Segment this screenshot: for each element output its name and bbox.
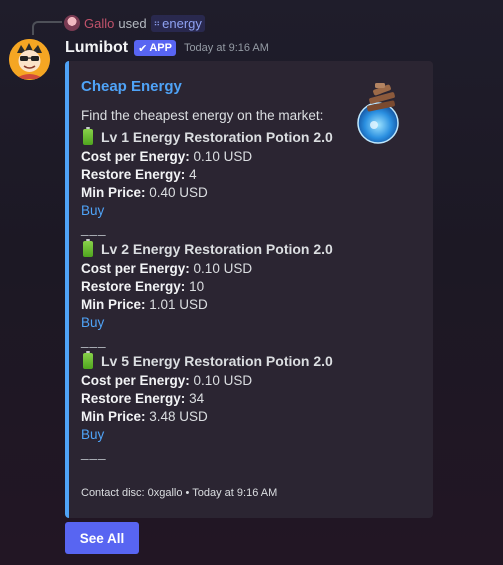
min-price-label: Min Price:: [81, 185, 146, 200]
restore-label: Restore Energy:: [81, 391, 186, 406]
cost-row: Cost per Energy: 0.10 USD: [81, 372, 361, 390]
separator: ___: [81, 445, 107, 460]
item-name: Lv 2 Energy Restoration Potion 2.0: [101, 241, 333, 257]
slash-command-icon: ⠶: [153, 17, 161, 28]
restore-row: Restore Energy: 34: [81, 390, 361, 408]
embed-body: Find the cheapest energy on the market: …: [81, 107, 361, 462]
restore-value: 34: [189, 391, 205, 406]
restore-label: Restore Energy:: [81, 279, 186, 294]
buy-link[interactable]: Buy: [81, 314, 361, 332]
app-badge: ✔ APP: [134, 40, 176, 56]
message-timestamp[interactable]: Today at 9:16 AM: [184, 42, 269, 54]
item-title: Lv 2 Energy Restoration Potion 2.0: [81, 238, 361, 260]
min-price-row: Min Price: 0.40 USD: [81, 184, 361, 202]
restore-value: 10: [189, 279, 205, 294]
cost-row: Cost per Energy: 0.10 USD: [81, 260, 361, 278]
cost-value: 0.10 USD: [193, 261, 253, 276]
restore-row: Restore Energy: 10: [81, 278, 361, 296]
battery-icon: [83, 351, 93, 369]
cost-label: Cost per Energy:: [81, 261, 190, 276]
embed-footer: Contact disc: 0xgallo • Today at 9:16 AM: [81, 487, 278, 499]
list-item: Lv 1 Energy Restoration Potion 2.0 Cost …: [81, 126, 361, 238]
message-header: Lumibot ✔ APP Today at 9:16 AM: [65, 37, 269, 59]
min-price-label: Min Price:: [81, 297, 146, 312]
bot-name[interactable]: Lumibot: [65, 39, 128, 57]
reply-connector: [32, 21, 62, 35]
min-price-label: Min Price:: [81, 409, 146, 424]
buy-link[interactable]: Buy: [81, 426, 361, 444]
verified-check-icon: ✔: [138, 42, 148, 55]
battery-icon: [83, 239, 93, 257]
cost-value: 0.10 USD: [193, 149, 253, 164]
item-name: Lv 5 Energy Restoration Potion 2.0: [101, 353, 333, 369]
restore-row: Restore Energy: 4: [81, 166, 361, 184]
potion-thumbnail-icon[interactable]: [353, 81, 407, 145]
list-item: Lv 5 Energy Restoration Potion 2.0 Cost …: [81, 350, 361, 462]
cost-label: Cost per Energy:: [81, 149, 190, 164]
item-title: Lv 5 Energy Restoration Potion 2.0: [81, 350, 361, 372]
min-price-value: 3.48 USD: [149, 409, 208, 424]
list-item: Lv 2 Energy Restoration Potion 2.0 Cost …: [81, 238, 361, 350]
min-price-value: 1.01 USD: [149, 297, 208, 312]
restore-value: 4: [189, 167, 197, 182]
reply-context[interactable]: Gallo used ⠶ energy: [64, 14, 205, 32]
reply-used-text: used: [118, 15, 147, 31]
embed-description: Find the cheapest energy on the market:: [81, 108, 324, 123]
cost-label: Cost per Energy:: [81, 373, 190, 388]
reply-avatar[interactable]: [64, 15, 80, 31]
min-price-row: Min Price: 3.48 USD: [81, 408, 361, 426]
battery-icon: [83, 127, 93, 145]
command-name: energy: [162, 15, 202, 31]
item-title: Lv 1 Energy Restoration Potion 2.0: [81, 126, 361, 148]
cost-value: 0.10 USD: [193, 373, 253, 388]
command-mention[interactable]: ⠶ energy: [150, 14, 205, 32]
reply-username[interactable]: Gallo: [84, 16, 114, 31]
restore-label: Restore Energy:: [81, 167, 186, 182]
min-price-row: Min Price: 1.01 USD: [81, 296, 361, 314]
separator: ___: [81, 221, 107, 236]
bot-avatar[interactable]: [9, 39, 50, 80]
min-price-value: 0.40 USD: [149, 185, 208, 200]
cost-row: Cost per Energy: 0.10 USD: [81, 148, 361, 166]
buy-link[interactable]: Buy: [81, 202, 361, 220]
separator: ___: [81, 333, 107, 348]
embed-title: Cheap Energy: [81, 78, 182, 95]
see-all-button[interactable]: See All: [65, 522, 139, 554]
app-badge-label: APP: [149, 42, 172, 54]
item-name: Lv 1 Energy Restoration Potion 2.0: [101, 129, 333, 145]
embed-card: Cheap Energy Find the cheapest energy on…: [65, 61, 433, 518]
